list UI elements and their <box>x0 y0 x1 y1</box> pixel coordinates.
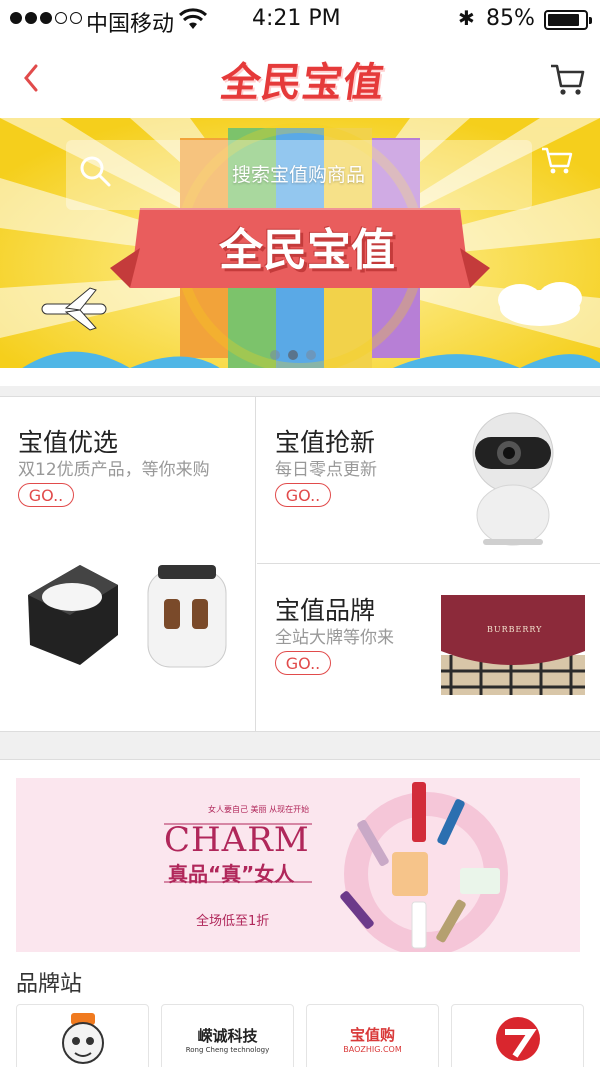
promo-tagline: 真品“真”女人 <box>168 862 295 886</box>
charm-promo-banner[interactable]: 女人要自己 美丽 从现在开始 CHARM 真品“真”女人 全场低至1折 <box>16 778 580 952</box>
cart-icon[interactable] <box>548 60 586 98</box>
wifi-icon <box>178 8 208 29</box>
status-bar: 中国移动 4:21 PM ✱ 85% <box>0 0 600 40</box>
bluetooth-icon: ✱ <box>458 6 475 30</box>
card-new-subtitle: 每日零点更新 <box>275 460 377 480</box>
app-logo: 全民宝值 <box>217 60 388 106</box>
foot-bath-product-image <box>28 565 227 668</box>
card-featured-title: 宝值优选 <box>18 428 119 457</box>
banner-title: 全民宝值 <box>219 225 395 276</box>
section-separator <box>0 732 600 760</box>
banner-cart-icon[interactable] <box>540 144 574 176</box>
category-grid: 宝值优选 双12优质产品，等你来购 GO.. 宝值抢新 每日零点更新 GO.. … <box>0 396 600 732</box>
wallet-product-image: BURBERRY <box>441 595 585 695</box>
card-brand-subtitle: 全站大牌等你来 <box>275 628 394 648</box>
brand-tile-rongcheng[interactable]: 嵘诚科技 Rong Cheng technology <box>161 1004 294 1067</box>
carousel-dot-active[interactable] <box>288 350 298 360</box>
search-bar[interactable]: 搜索宝值购商品 <box>66 140 532 210</box>
battery-icon <box>544 10 592 30</box>
promo-headline: CHARM <box>164 820 310 860</box>
card-brand-title: 宝值品牌 <box>275 596 376 625</box>
lower-section: 女人要自己 美丽 从现在开始 CHARM 真品“真”女人 全场低至1折 品牌站 … <box>0 760 600 1067</box>
carrier-name: 中国移动 <box>86 12 175 37</box>
wallet-brand-label: BURBERRY <box>487 625 543 634</box>
camera-product-image <box>472 412 554 546</box>
card-new-go-button[interactable]: GO.. <box>275 483 331 507</box>
mascot-logo-icon <box>61 1013 104 1064</box>
promo-discount: 全场低至1折 <box>196 914 270 929</box>
card-new-title: 宝值抢新 <box>275 428 376 457</box>
brand-tile-mascot[interactable] <box>16 1004 149 1067</box>
brand-baozhigou-sub: BAOZHIG.COM <box>343 1045 402 1054</box>
card-featured-go-button[interactable]: GO.. <box>18 483 74 507</box>
clock: 4:21 PM <box>252 6 341 31</box>
brand-list: 嵘诚科技 Rong Cheng technology 宝值购 BAOZHIG.C… <box>16 1004 584 1067</box>
card-brand-go-button[interactable]: GO.. <box>275 651 331 675</box>
brand-tile-baozhigou[interactable]: 宝值购 BAOZHIG.COM <box>306 1004 439 1067</box>
brand-baozhigou-name: 宝值购 <box>349 1026 395 1044</box>
nav-header: 全民宝值 <box>0 40 600 118</box>
brand-tile-red-logo[interactable] <box>451 1004 584 1067</box>
carousel-dot[interactable] <box>270 350 280 360</box>
carousel-dot[interactable] <box>306 350 316 360</box>
brand-station-title: 品牌站 <box>16 972 83 997</box>
battery-percent: 85% <box>486 6 535 31</box>
red-circle-logo-icon <box>495 1017 540 1061</box>
carousel-indicator[interactable] <box>270 350 316 360</box>
brand-rongcheng-sub: Rong Cheng technology <box>185 1045 270 1054</box>
back-chevron-icon[interactable] <box>16 58 46 98</box>
card-new[interactable]: 宝值抢新 每日零点更新 GO.. <box>257 397 600 564</box>
search-icon <box>80 156 111 187</box>
card-featured[interactable]: 宝值优选 双12优质产品，等你来购 GO.. <box>0 397 256 731</box>
card-brand[interactable]: 宝值品牌 全站大牌等你来 GO.. BURBERRY <box>257 565 600 731</box>
brand-rongcheng-name: 嵘诚科技 <box>197 1026 258 1045</box>
signal-strength-icon <box>10 12 82 24</box>
promo-small-lines: 女人要自己 美丽 从现在开始 <box>208 805 310 814</box>
search-placeholder: 搜索宝值购商品 <box>232 164 366 186</box>
promo-banner[interactable]: 搜索宝值购商品 全民宝值 <box>0 118 600 386</box>
card-featured-subtitle: 双12优质产品，等你来购 <box>18 460 210 480</box>
